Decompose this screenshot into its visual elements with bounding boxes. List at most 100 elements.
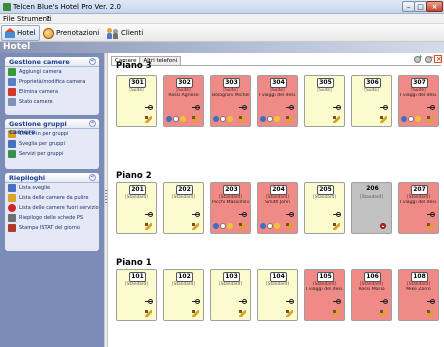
room-type: [Suite] [364,88,379,93]
hotel-button[interactable]: Hotel [1,25,40,41]
guest-name: Picchi Massimilia... [212,200,249,205]
close-button[interactable]: × [426,1,443,12]
room-card[interactable]: 104 [Standard] [257,269,298,321]
room-state-icons [260,116,280,122]
sidebar-item-sveglia-gruppi[interactable]: Sveglia per gruppi [5,139,99,149]
broom-icon [286,310,293,317]
broom-icon [427,116,434,123]
room-number: 304 [270,78,287,88]
room-card[interactable]: 102 [Standard] [163,269,204,321]
room-card[interactable]: 101 [Standard] [116,269,157,321]
clienti-label: Clienti [121,29,144,37]
sidebar-item-label: Lista sveglie [19,185,51,191]
key-icon [239,105,247,110]
room-card[interactable]: 301 [Suite] [116,75,157,127]
service-icon [267,116,273,122]
zoom-in-icon[interactable] [413,54,423,63]
room-type: [Standard] [172,282,195,287]
guest-name: I viaggi del desi... [400,200,437,205]
sidebar-item-stato-camere[interactable]: Stato camere [5,97,99,107]
room-state-icons [401,116,421,122]
room-card[interactable]: 206 [Standard] [351,182,392,234]
room-card[interactable]: 203[Standard]Picchi Massimilia... [210,182,251,234]
floor-title: Piano 3 [116,61,152,71]
status-icon [8,98,16,106]
room-card[interactable]: 306 [Suite] [351,75,392,127]
collapse-icon[interactable]: « [89,58,96,65]
room-number: 108 [411,272,428,282]
room-type: [Standard] [125,195,148,200]
guest-icon [213,223,219,229]
sidebar-item-servizi-gruppi[interactable]: Servizi per gruppi [5,149,99,159]
broom-icon [380,310,387,317]
room-number: 303 [223,78,240,88]
splitter-grip[interactable] [105,190,107,204]
room-card[interactable]: 303 [Suite] Bolognini Michele [210,75,251,127]
menu-help[interactable]: ? [46,15,50,23]
room-card[interactable]: 106 [Standard] Rossi Mario [351,269,392,321]
room-card[interactable]: 201 [Standard] [116,182,157,234]
sidebar-item-modifica-camera[interactable]: Proprietà/modifica camera [5,77,99,87]
panel-header[interactable]: Gestione gruppi camere « [5,119,99,136]
key-icon [145,299,153,304]
home-icon [5,28,15,38]
room-card[interactable]: 302 [Suite] Rossi Agnese [163,75,204,127]
sidebar-item-label: Lista delle camere da pulire [19,195,89,201]
menu-file[interactable]: File [3,15,15,23]
room-card[interactable]: 207 [Standard] I viaggi del desi... [398,182,439,234]
rooms-view: Camere Altri telefoni Piano 3301[Suite]3… [108,53,444,347]
hotel-label: Hotel [17,29,36,37]
room-card[interactable]: 304 [Suite] I viaggi del desi... [257,75,298,127]
close-view-icon[interactable] [434,55,442,63]
broom-icon [145,223,152,230]
room-card[interactable]: 307 [Suite] I viaggi del desi... [398,75,439,127]
collapse-icon[interactable]: « [89,120,96,127]
alarm-icon [227,223,233,229]
close-icon: × [431,3,438,11]
room-card[interactable]: 108 [Standard] Mike Zorro [398,269,439,321]
sidebar-item-fuori-servizio[interactable]: Lista delle camere fuori servizio [5,203,99,213]
room-card[interactable]: 103 [Standard] [210,269,251,321]
sidebar-item-lista-sveglie[interactable]: Lista sveglie [5,183,99,193]
sidebar-item-elimina-camera[interactable]: Elimina camera [5,87,99,97]
toolbar: Hotel Prenotazioni Clienti [0,24,444,42]
panel-riepiloghi: Riepiloghi « Lista sveglie Lista delle c… [5,173,99,251]
room-number: 301 [129,78,146,88]
edit-icon [8,78,16,86]
key-icon [192,105,200,110]
room-card[interactable]: 305 [Suite] [304,75,345,127]
room-type: [Standard] [125,282,148,287]
sidebar-item-aggiungi-camera[interactable]: Aggiungi camera [5,67,99,77]
maximize-icon: □ [417,3,424,11]
broom-icon [333,116,340,123]
alarm-icon [274,223,280,229]
room-card[interactable]: 205 [Standard] [304,182,345,234]
sidebar-item-label: Stato camere [19,99,53,105]
key-icon [380,105,388,110]
collapse-icon[interactable]: « [89,174,96,181]
room-state-icons [166,116,186,122]
room-card[interactable]: 204 [Standard] Smith John [257,182,298,234]
sidebar-item-schede-ps[interactable]: Riepilogo delle schede PS [5,213,99,223]
guest-icon [166,116,172,122]
key-icon [427,212,435,217]
service-icon [220,223,226,229]
panel-title: Riepiloghi [9,174,46,182]
clienti-button[interactable]: Clienti [104,25,146,41]
panel-header[interactable]: Gestione camere « [5,57,99,67]
sidebar-item-camere-pulire[interactable]: Lista delle camere da pulire [5,193,99,203]
prenotazioni-button[interactable]: Prenotazioni [40,25,102,41]
key-icon [239,212,247,217]
zoom-out-icon[interactable] [424,54,434,63]
page-title: Hotel [3,42,31,52]
room-number: 103 [223,272,240,282]
sidebar-item-stampa-istat[interactable]: Stampa ISTAT del giorno [5,223,99,233]
key-icon [192,299,200,304]
title-bar: Telcen Blue's Hotel Pro Ver. 2.0 – □ × [0,0,444,14]
room-card[interactable]: 202 [Standard] [163,182,204,234]
guest-icon [260,223,266,229]
key-icon [286,212,294,217]
panel-header[interactable]: Riepiloghi « [5,173,99,183]
room-card[interactable]: 105 [Standard] I viaggi del desi... [304,269,345,321]
prenotazioni-label: Prenotazioni [56,29,100,37]
